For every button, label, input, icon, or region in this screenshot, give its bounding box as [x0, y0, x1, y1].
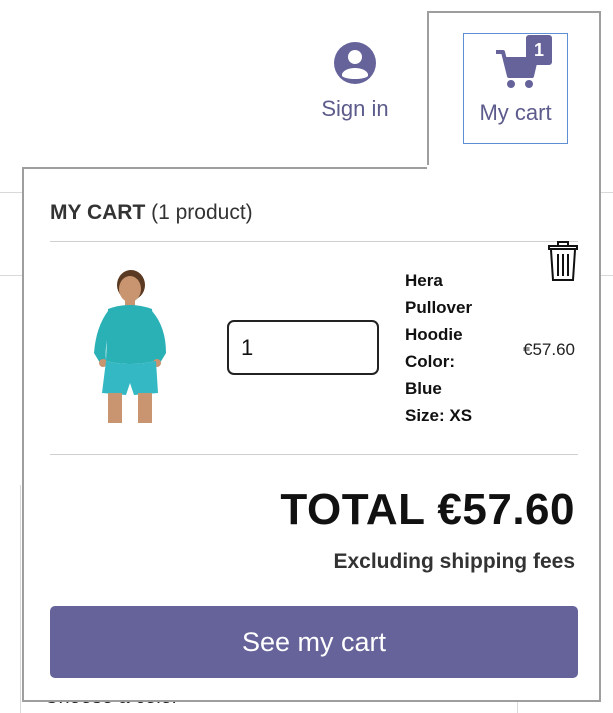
user-icon — [334, 42, 376, 84]
minicart-dropdown: MY CART (1 product) Hera Pullover Hoodie… — [22, 167, 601, 702]
tab-panel-joint — [427, 165, 599, 169]
product-details: Hera Pullover Hoodie Color: Blue Size: X… — [405, 267, 495, 429]
minicart-title-label: MY CART — [50, 201, 146, 224]
cart-label: My cart — [479, 100, 552, 125]
divider-bottom — [50, 454, 578, 455]
product-size: Size: XS — [405, 406, 473, 425]
quantity-input[interactable] — [227, 320, 379, 375]
product-price: €57.60 — [523, 340, 575, 359]
cart-button[interactable]: My cart — [463, 33, 568, 144]
cart-count-badge: 1 — [526, 35, 552, 65]
shipping-note: Excluding shipping fees — [333, 550, 575, 573]
minicart-product-count: (1 product) — [151, 201, 253, 224]
product-name-line3[interactable]: Hoodie — [405, 321, 495, 348]
trash-icon[interactable] — [545, 239, 581, 283]
minicart-title: MY CART (1 product) — [50, 201, 253, 225]
page-column-line-left — [20, 485, 21, 713]
product-name-line1[interactable]: Hera — [405, 267, 495, 294]
product-name-line2[interactable]: Pullover — [405, 294, 495, 321]
product-color-label: Color: — [405, 352, 456, 371]
product-image[interactable] — [74, 265, 184, 425]
cart-total: TOTAL €57.60 — [280, 485, 575, 534]
sign-in-label: Sign in — [321, 96, 389, 121]
product-color-value: Blue — [405, 379, 442, 398]
see-my-cart-button[interactable]: See my cart — [50, 606, 578, 678]
sign-in-link[interactable]: Sign in — [310, 42, 400, 132]
divider-top — [50, 241, 578, 242]
